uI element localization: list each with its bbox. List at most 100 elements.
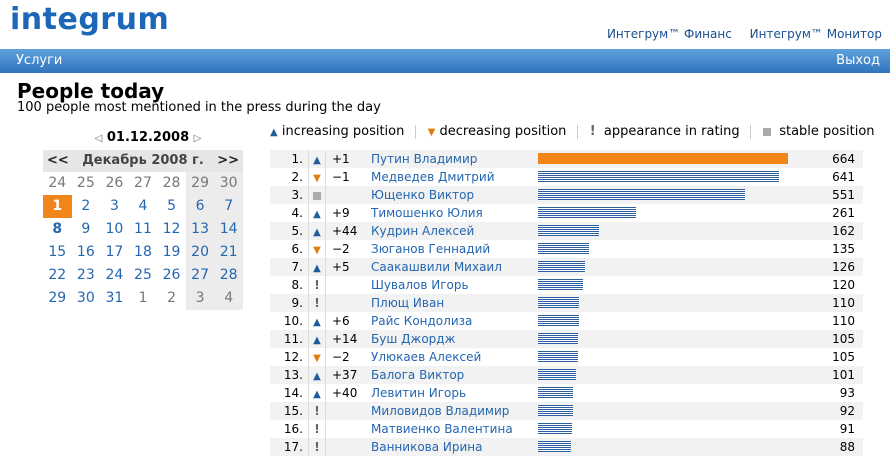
row-mentions-bar bbox=[538, 351, 578, 362]
calendar-day[interactable]: 4 bbox=[129, 195, 158, 218]
row-mentions-count: 664 bbox=[832, 152, 855, 166]
calendar-grid: 24 25 26 27 28 29 30 1 2 3 4 5 6 7 8 9 10 11 12 13 14 15 16 17 1… bbox=[43, 172, 243, 310]
row-position-change: +6 bbox=[332, 314, 350, 328]
calendar-day[interactable]: 13 bbox=[185, 218, 215, 241]
row-person-link[interactable]: Левитин Игорь bbox=[371, 384, 466, 402]
row-person-link[interactable]: Улюкаев Алексей bbox=[371, 348, 481, 366]
calendar-day[interactable]: 1 bbox=[129, 287, 158, 310]
row-mentions-count: 135 bbox=[832, 242, 855, 256]
row-rank: 8. bbox=[291, 278, 303, 292]
row-mentions-bar bbox=[538, 225, 599, 236]
row-mentions-bar bbox=[538, 243, 589, 254]
date-next-icon[interactable]: ▷ bbox=[194, 133, 202, 144]
calendar-day[interactable]: 3 bbox=[185, 287, 215, 310]
legend: ▲ increasing position ▼ decreasing posit… bbox=[270, 124, 881, 139]
row-person-link[interactable]: Миловидов Владимир bbox=[371, 402, 509, 420]
row-person-link[interactable]: Шувалов Игорь bbox=[371, 276, 469, 294]
row-position-change: +5 bbox=[332, 260, 350, 274]
row-rank: 12. bbox=[283, 350, 303, 364]
row-person-link[interactable]: Ющенко Виктор bbox=[371, 186, 474, 204]
table-row: 10. ▲ +6 Райс Кондолиза 110 bbox=[270, 312, 863, 330]
row-person-link[interactable]: Райс Кондолиза bbox=[371, 312, 472, 330]
table-row: 6. ▼ −2 Зюганов Геннадий 135 bbox=[270, 240, 863, 258]
calendar-day[interactable]: 17 bbox=[100, 241, 129, 264]
row-person-link[interactable]: Ванникова Ирина bbox=[371, 438, 483, 456]
triangle-down-icon: ▼ bbox=[427, 127, 436, 138]
table-row: 13. ▲ +37 Балога Виктор 101 bbox=[270, 366, 863, 384]
calendar-day[interactable]: 15 bbox=[43, 241, 72, 264]
triangle-up-icon: ▲ bbox=[313, 317, 321, 328]
calendar-day[interactable]: 27 bbox=[129, 172, 158, 195]
calendar-day[interactable]: 21 bbox=[214, 241, 243, 264]
triangle-up-icon: ▲ bbox=[313, 227, 321, 238]
link-integrum-monitor[interactable]: Интегрум™ Монитор bbox=[750, 27, 882, 41]
row-mentions-bar bbox=[538, 315, 579, 326]
calendar-day[interactable]: 25 bbox=[72, 172, 101, 195]
row-person-link[interactable]: Саакашвили Михаил bbox=[371, 258, 502, 276]
calendar-day[interactable]: 29 bbox=[43, 287, 72, 310]
row-person-link[interactable]: Зюганов Геннадий bbox=[371, 240, 490, 258]
table-row: 1. ▲ +1 Путин Владимир 664 bbox=[270, 150, 863, 168]
calendar-day[interactable]: 16 bbox=[72, 241, 101, 264]
calendar-day[interactable]: 28 bbox=[157, 172, 186, 195]
calendar-day[interactable]: 19 bbox=[157, 241, 186, 264]
calendar-day[interactable]: 22 bbox=[43, 264, 72, 287]
row-person-link[interactable]: Кудрин Алексей bbox=[371, 222, 474, 240]
calendar-day[interactable]: 2 bbox=[72, 195, 101, 218]
calendar-day[interactable]: 4 bbox=[214, 287, 243, 310]
calendar-day[interactable]: 8 bbox=[43, 218, 72, 241]
triangle-down-icon: ▼ bbox=[313, 173, 321, 184]
calendar-day[interactable]: 25 bbox=[129, 264, 158, 287]
date-prev-icon[interactable]: ◁ bbox=[95, 133, 103, 144]
calendar-day[interactable]: 29 bbox=[185, 172, 215, 195]
calendar-day[interactable]: 12 bbox=[157, 218, 186, 241]
row-person-link[interactable]: Медведев Дмитрий bbox=[371, 168, 495, 186]
row-mentions-count: 110 bbox=[832, 314, 855, 328]
services-link[interactable]: Услуги bbox=[16, 53, 62, 68]
row-person-link[interactable]: Балога Виктор bbox=[371, 366, 464, 384]
calendar-day[interactable]: 30 bbox=[72, 287, 101, 310]
calendar-day[interactable]: 23 bbox=[72, 264, 101, 287]
calendar-day[interactable]: 5 bbox=[157, 195, 186, 218]
calendar-day[interactable]: 3 bbox=[100, 195, 129, 218]
triangle-up-icon: ▲ bbox=[313, 209, 321, 220]
row-mentions-count: 641 bbox=[832, 170, 855, 184]
row-mentions-bar bbox=[538, 369, 576, 380]
calendar-day[interactable]: 2 bbox=[157, 287, 186, 310]
calendar-day[interactable]: 20 bbox=[185, 241, 215, 264]
calendar-day[interactable]: 6 bbox=[185, 195, 215, 218]
row-mentions-bar bbox=[538, 387, 573, 398]
calendar-day[interactable]: 27 bbox=[185, 264, 215, 287]
row-person-link[interactable]: Путин Владимир bbox=[371, 150, 477, 168]
calendar-day[interactable]: 11 bbox=[129, 218, 158, 241]
row-position-change: −2 bbox=[332, 242, 350, 256]
calendar-next-month-button[interactable]: >> bbox=[217, 153, 239, 168]
calendar-day[interactable]: 7 bbox=[214, 195, 243, 218]
calendar-day[interactable]: 30 bbox=[214, 172, 243, 195]
calendar-day[interactable]: 26 bbox=[157, 264, 186, 287]
calendar-day-selected[interactable]: 1 bbox=[43, 195, 72, 218]
row-mentions-count: 105 bbox=[832, 350, 855, 364]
row-person-link[interactable]: Тимошенко Юлия bbox=[371, 204, 483, 222]
row-person-link[interactable]: Буш Джордж bbox=[371, 330, 455, 348]
logout-link[interactable]: Выход bbox=[836, 53, 880, 68]
calendar-day[interactable]: 24 bbox=[100, 264, 129, 287]
row-rank: 16. bbox=[283, 422, 303, 436]
table-row: 5. ▲ +44 Кудрин Алексей 162 bbox=[270, 222, 863, 240]
calendar-day[interactable]: 28 bbox=[214, 264, 243, 287]
row-position-indicator: ! bbox=[308, 294, 326, 312]
calendar-day[interactable]: 24 bbox=[43, 172, 72, 195]
legend-new: ! appearance in rating bbox=[590, 124, 740, 139]
calendar-day[interactable]: 26 bbox=[100, 172, 129, 195]
calendar-day[interactable]: 10 bbox=[100, 218, 129, 241]
triangle-down-icon: ▼ bbox=[313, 245, 321, 256]
row-position-indicator: ▲ bbox=[308, 150, 326, 168]
calendar-day[interactable]: 18 bbox=[129, 241, 158, 264]
calendar-day[interactable]: 31 bbox=[100, 287, 129, 310]
row-person-link[interactable]: Матвиенко Валентина bbox=[371, 420, 513, 438]
link-integrum-finance[interactable]: Интегрум™ Финанс bbox=[607, 27, 732, 41]
integrum-logo[interactable]: integrum bbox=[10, 2, 169, 37]
row-person-link[interactable]: Плющ Иван bbox=[371, 294, 444, 312]
calendar-day[interactable]: 9 bbox=[72, 218, 101, 241]
calendar-day[interactable]: 14 bbox=[214, 218, 243, 241]
